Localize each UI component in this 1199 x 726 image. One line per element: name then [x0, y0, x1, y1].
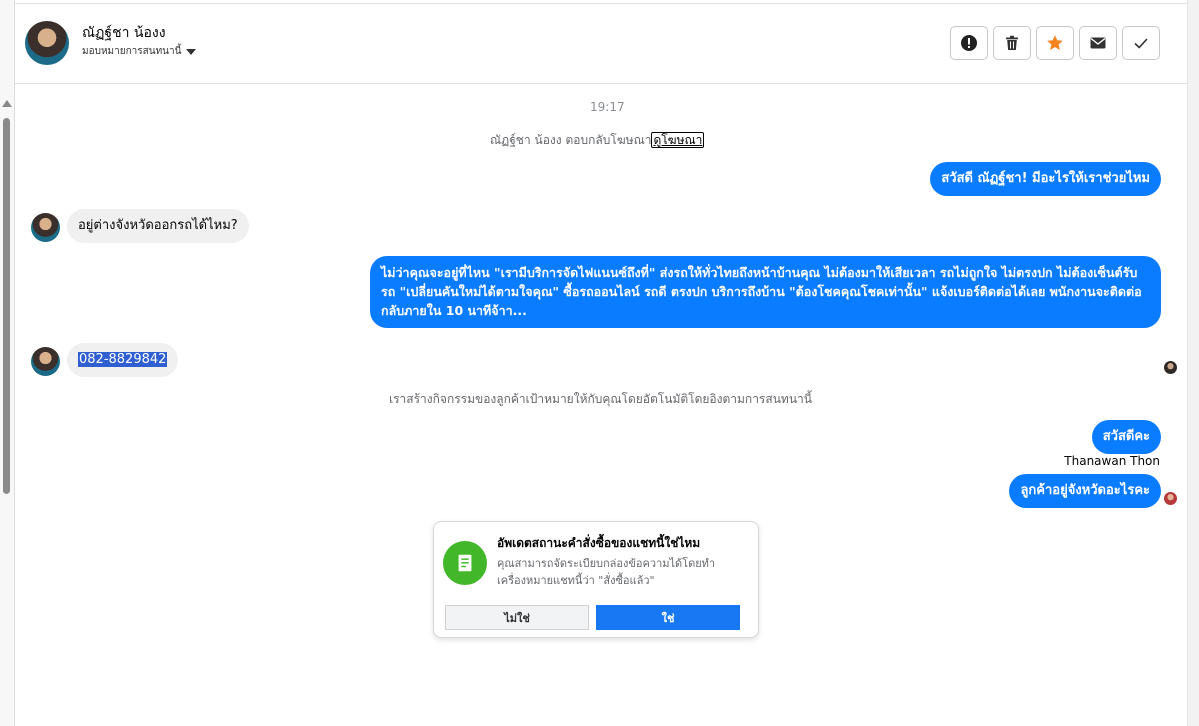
- ad-reply-text: ณัฏฐ์ชา น้องง ตอบกลับโฆษณา: [490, 133, 652, 147]
- message-timestamp: 19:17: [590, 100, 625, 114]
- right-panel-edge: [1187, 0, 1199, 726]
- scroll-thumb[interactable]: [3, 118, 10, 494]
- delete-button[interactable]: [993, 26, 1031, 60]
- message-bubble-outgoing[interactable]: ลูกค้าอยู่จังหวัดอะไรคะ: [1009, 474, 1161, 508]
- conversation-header: ณัฏฐ์ชา น้องง มอบหมายการสนทนานี้: [15, 4, 1187, 84]
- contact-name[interactable]: ณัฏฐ์ชา น้องง: [82, 22, 166, 44]
- message-bubble-incoming[interactable]: อยู่ต่างจังหวัดออกรถได้ไหม?: [67, 209, 249, 243]
- message-bubble-outgoing[interactable]: สวัสดี ณัฏฐ์ชา! มีอะไรให้เราช่วยไหม: [930, 162, 1161, 196]
- mark-done-button[interactable]: [1122, 26, 1160, 60]
- messenger-window: ณัฏฐ์ชา น้องง มอบหมายการสนทนานี้ 19:17 ณ…: [0, 0, 1199, 726]
- scrollbar[interactable]: [0, 0, 15, 726]
- view-ad-link[interactable]: ดูโฆษณา: [651, 132, 705, 148]
- receipt-icon: [458, 554, 472, 572]
- prompt-title: อัพเดตสถานะคำสั่งซื้อของแชทนี้ใช่ไหม: [497, 536, 701, 550]
- sender-name: Thanawan Thon: [1064, 454, 1160, 468]
- message-bubble-outgoing[interactable]: ไม่ว่าคุณจะอยู่ที่ไหน "เรามีบริการจัดไฟแ…: [370, 256, 1161, 328]
- alert-icon: [961, 35, 977, 51]
- system-note: เราสร้างกิจกรรมของลูกค้าเป้าหมายให้กับคุ…: [389, 392, 812, 406]
- prompt-description: คุณสามารถจัดระเบียบกล่องข้อความได้โดยทำเ…: [497, 557, 716, 587]
- message-bubble-outgoing[interactable]: สวัสดีคะ: [1091, 420, 1161, 454]
- star-button[interactable]: [1036, 26, 1074, 60]
- trash-icon: [1006, 35, 1018, 50]
- star-icon: [1047, 35, 1063, 50]
- seen-avatar: [1164, 492, 1177, 505]
- scroll-up-arrow-icon[interactable]: [2, 100, 12, 107]
- seen-avatar: [1164, 361, 1177, 374]
- header-actions: [950, 26, 1160, 60]
- customer-avatar[interactable]: [31, 347, 60, 376]
- mark-unread-button[interactable]: [1079, 26, 1117, 60]
- chevron-down-icon: [186, 48, 197, 55]
- message-bubble-incoming[interactable]: 082-8829842: [67, 343, 179, 377]
- no-button[interactable]: ไม่ใช่: [445, 605, 589, 630]
- assign-conversation-dropdown[interactable]: มอบหมายการสนทนานี้: [82, 44, 197, 59]
- customer-avatar[interactable]: [31, 213, 60, 242]
- yes-button[interactable]: ใช่: [596, 605, 740, 630]
- order-icon: [443, 541, 487, 585]
- report-button[interactable]: [950, 26, 988, 60]
- contact-avatar[interactable]: [25, 21, 69, 65]
- mail-icon: [1090, 37, 1106, 49]
- assign-label: มอบหมายการสนทนานี้: [82, 46, 182, 57]
- ad-reply-notice: ณัฏฐ์ชา น้องง ตอบกลับโฆษณา ดูโฆษณา: [490, 131, 705, 150]
- check-icon: [1134, 38, 1148, 49]
- phone-number-selected[interactable]: 082-8829842: [78, 352, 168, 367]
- order-status-prompt: อัพเดตสถานะคำสั่งซื้อของแชทนี้ใช่ไหม คุณ…: [433, 521, 759, 638]
